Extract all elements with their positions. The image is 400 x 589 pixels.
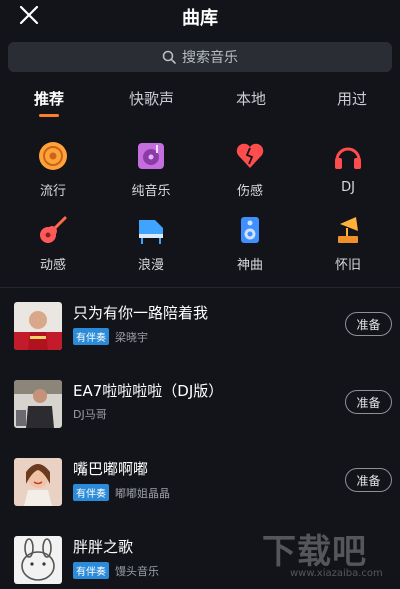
album-cover: [14, 536, 62, 584]
album-cover: [14, 302, 62, 350]
album-cover: [14, 380, 62, 428]
top-bar: 曲库: [0, 0, 400, 34]
tab-fast-songs[interactable]: 快歌声: [129, 88, 174, 109]
music-note-icon: [138, 143, 164, 169]
song-title: EA7啦啦啦啦（DJ版）: [73, 382, 224, 400]
song-meta: DJ马哥: [73, 406, 107, 422]
category-grid: 流行 纯音乐 伤感 DJ 动感 浪漫 神曲 怀旧: [0, 140, 400, 280]
piano-icon: [139, 220, 163, 244]
speaker-icon: [241, 217, 259, 243]
accompaniment-badge: 有伴奏: [73, 484, 109, 501]
guitar-icon: [40, 216, 67, 243]
tab-recommend[interactable]: 推荐: [34, 88, 64, 109]
album-cover: [14, 458, 62, 506]
category-divine[interactable]: 神曲: [215, 214, 285, 273]
category-nostalgic[interactable]: 怀旧: [313, 214, 383, 273]
tab-local[interactable]: 本地: [236, 88, 266, 109]
song-meta: 有伴奏 梁晓宇: [73, 328, 148, 345]
search-bar[interactable]: 搜索音乐: [8, 42, 392, 72]
artist-name: 馒头音乐: [115, 564, 159, 578]
divider: [0, 287, 400, 288]
song-item[interactable]: EA7啦啦啦啦（DJ版） DJ马哥 准备: [0, 380, 400, 442]
accompaniment-badge: 有伴奏: [73, 562, 109, 579]
search-icon: [162, 50, 176, 64]
broken-heart-icon: [236, 143, 264, 168]
active-tab-indicator: [39, 114, 59, 117]
artist-name: 嘟嘟姐晶晶: [115, 486, 170, 500]
disc-icon: [39, 142, 67, 170]
category-dj[interactable]: DJ: [313, 140, 383, 195]
prepare-button[interactable]: 准备: [345, 312, 392, 336]
search-placeholder: 搜索音乐: [182, 50, 238, 66]
song-meta: 有伴奏 馒头音乐: [73, 562, 159, 579]
headphones-icon: [335, 147, 361, 169]
category-romantic[interactable]: 浪漫: [116, 214, 186, 273]
artist-name: 梁晓宇: [115, 330, 148, 344]
artist-name: DJ马哥: [73, 408, 107, 421]
watermark-text: 下载吧: [262, 532, 367, 572]
song-item[interactable]: 只为有你一路陪着我 有伴奏 梁晓宇 准备: [0, 302, 400, 364]
prepare-button[interactable]: 准备: [345, 390, 392, 414]
song-title: 只为有你一路陪着我: [73, 304, 209, 322]
category-dynamic[interactable]: 动感: [18, 214, 88, 273]
song-meta: 有伴奏 嘟嘟姐晶晶: [73, 484, 170, 501]
song-title: 胖胖之歌: [73, 538, 134, 556]
prepare-button[interactable]: 准备: [345, 468, 392, 492]
song-title: 嘴巴嘟啊嘟: [73, 460, 149, 478]
category-pop[interactable]: 流行: [18, 140, 88, 199]
accompaniment-badge: 有伴奏: [73, 328, 109, 345]
song-item[interactable]: 嘴巴嘟啊嘟 有伴奏 嘟嘟姐晶晶 准备: [0, 458, 400, 520]
category-sad[interactable]: 伤感: [215, 140, 285, 199]
tab-bar: 推荐 快歌声 本地 用过: [0, 86, 400, 122]
gramophone-icon: [338, 217, 358, 243]
category-pure-music[interactable]: 纯音乐: [116, 140, 186, 199]
watermark: 下载吧 www.xiazaiba.com: [262, 524, 394, 586]
tab-used[interactable]: 用过: [337, 88, 367, 109]
page-title: 曲库: [182, 8, 218, 29]
watermark-url: www.xiazaiba.com: [290, 568, 383, 579]
